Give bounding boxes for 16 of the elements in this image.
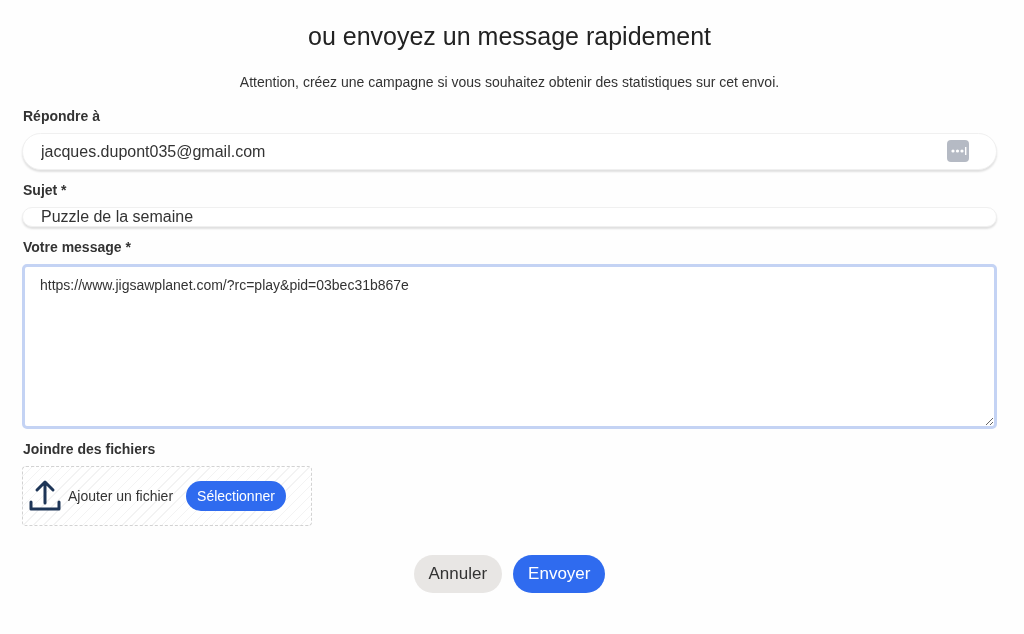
- upload-icon: [28, 479, 62, 513]
- upload-area[interactable]: Ajouter un fichier Sélectionner: [22, 466, 312, 526]
- dialog-title: ou envoyez un message rapidement: [308, 22, 711, 51]
- notice-text: Attention, créez une campagne si vous souhaitez obtenir des statistiques sur cet envoi.: [239, 74, 780, 90]
- reply-to-field[interactable]: jacques.dupont035@gmail.com: [22, 133, 997, 170]
- message-field[interactable]: https://www.jigsawplanet.com/?rc=play&pid=03bec31b867e: [22, 264, 997, 429]
- field-label: Sujet *: [23, 182, 67, 198]
- send-button[interactable]: Envoyer: [513, 555, 606, 593]
- subject-field[interactable]: Puzzle de la semaine: [22, 207, 997, 227]
- upload-hint: Ajouter un fichier: [68, 488, 174, 504]
- cancel-button[interactable]: Annuler: [413, 555, 503, 593]
- field-label: Répondre à: [23, 108, 100, 124]
- more-icon[interactable]: [947, 140, 969, 162]
- select-button[interactable]: Sélectionner: [186, 481, 286, 511]
- field-label: Joindre des fichiers: [23, 441, 156, 457]
- field-label: Votre message *: [23, 239, 131, 255]
